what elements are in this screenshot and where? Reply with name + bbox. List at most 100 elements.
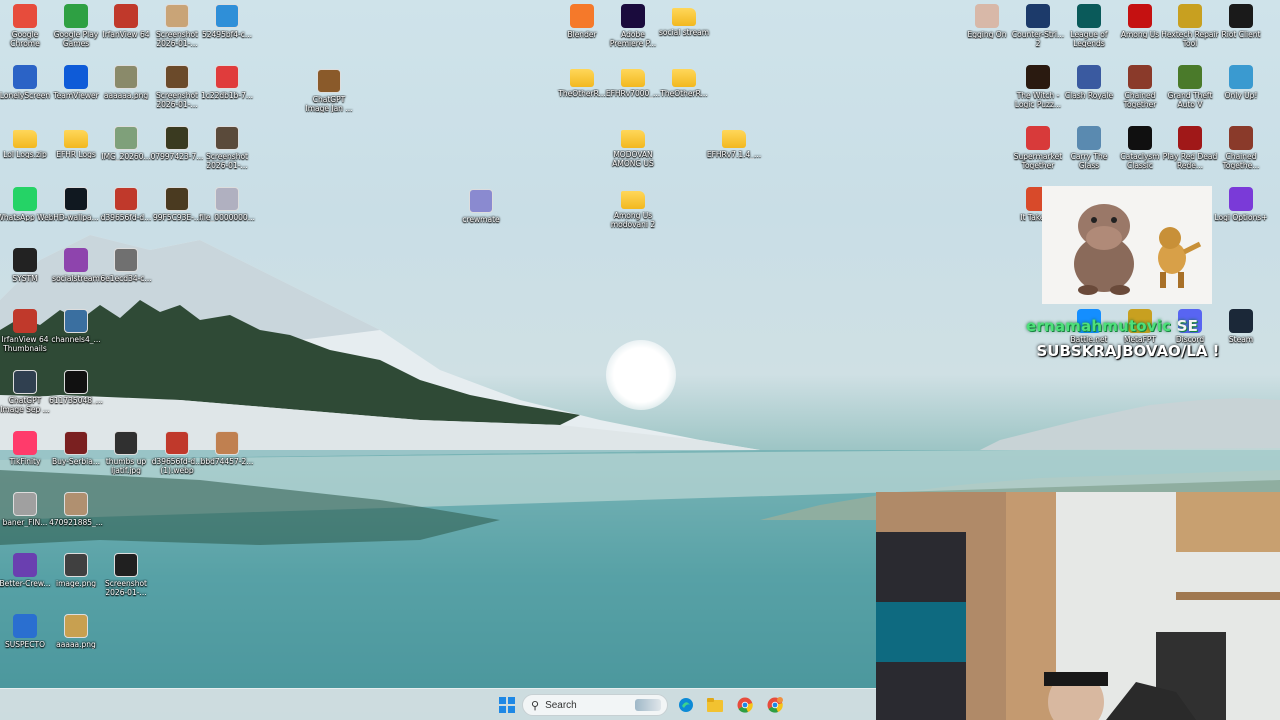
desktop-icon-label: The Witch - Logic Puzz... xyxy=(1014,91,1062,109)
subscribe-alert-text: SUBSKRAJBOVAO/LA ! xyxy=(1036,342,1220,360)
desktop-icon[interactable]: Among Us xyxy=(1115,0,1165,58)
desktop-icon[interactable]: socialstream xyxy=(51,244,101,302)
teamviewer-icon xyxy=(64,65,88,89)
desktop-icon[interactable]: Blender xyxy=(557,0,607,58)
desktop-icon[interactable]: social stream xyxy=(659,0,709,58)
blender-icon xyxy=(570,4,594,28)
carry-glass-icon xyxy=(1077,126,1101,150)
desktop-icon[interactable]: IrfanView 64 Thumbnails xyxy=(0,305,50,363)
desktop-icon[interactable]: IMG_20260... xyxy=(101,122,151,180)
desktop-icon[interactable]: Only Up! xyxy=(1216,61,1266,119)
desktop-icon[interactable]: MODOVAN AMONG US xyxy=(608,122,658,180)
desktop-icon[interactable]: HD-wallpa... xyxy=(51,183,101,241)
desktop-icon[interactable]: TheOtherR... xyxy=(557,61,607,119)
desktop-icon[interactable]: Adobe Premiere P... xyxy=(608,0,658,58)
desktop-icon[interactable]: Supermarket Together xyxy=(1013,122,1063,180)
animated-sticker-overlay xyxy=(1042,186,1212,304)
desktop-icon[interactable]: Better-Crew... xyxy=(0,549,50,607)
desktop-icon[interactable]: Chained Together xyxy=(1115,61,1165,119)
desktop-icon[interactable]: Chained Togethe... xyxy=(1216,122,1266,180)
desktop-icon-label: 611735048_... xyxy=(49,396,103,405)
clash-royale-icon xyxy=(1077,65,1101,89)
desktop-icon[interactable]: LonelyScreen xyxy=(0,61,50,119)
search-placeholder: Search xyxy=(545,699,577,711)
folder-icon xyxy=(672,8,696,26)
chrome-icon[interactable] xyxy=(735,695,755,715)
desktop-icon[interactable]: Screenshot 2026-01-... xyxy=(101,549,151,607)
desktop-icon[interactable]: WhatsApp Web xyxy=(0,183,54,241)
desktop-icon[interactable]: Google Chrome xyxy=(0,0,50,58)
windows-start-icon[interactable] xyxy=(497,695,517,715)
desktop-icon[interactable]: 470921885_... xyxy=(49,488,103,546)
desktop-icon[interactable]: Hextech Repair Tool xyxy=(1161,0,1219,58)
desktop-icon[interactable]: image.png xyxy=(51,549,101,607)
desktop-icon[interactable]: bbd74457-2... xyxy=(201,427,253,485)
desktop-icon[interactable]: Play Red Dead Rede... xyxy=(1163,122,1217,180)
folder-icon xyxy=(621,191,645,209)
desktop-icon[interactable]: EFHRv7.1.4_... xyxy=(707,122,761,180)
desktop-icon[interactable]: SUSPECTO xyxy=(0,610,50,668)
desktop-icon[interactable]: d39656fd-d... xyxy=(101,183,151,241)
edge-icon[interactable] xyxy=(676,695,696,715)
desktop-icon-label: EFHRv7000_... xyxy=(605,89,661,98)
desktop-icon[interactable]: Among Us modovani 2 xyxy=(608,183,658,241)
desktop-icon[interactable]: Google Play Games xyxy=(51,0,101,58)
desktop-icon[interactable]: Clash Royale xyxy=(1064,61,1114,119)
desktop-icon[interactable]: aaaaa.png xyxy=(51,610,101,668)
desktop-icon[interactable]: Counter-Stri... 2 xyxy=(1012,0,1064,58)
desktop-icon[interactable]: 6e1ecd34-c... xyxy=(100,244,152,302)
desktop-icon[interactable]: Buy-Serbia... xyxy=(51,427,101,485)
chrome-profile-icon[interactable] xyxy=(765,695,785,715)
desktop-icon[interactable]: 611735048_... xyxy=(49,366,103,424)
desktop-icon[interactable]: crewmate xyxy=(456,185,506,243)
image-file-icon xyxy=(114,248,138,272)
file-explorer-icon[interactable] xyxy=(705,695,725,715)
desktop-icon[interactable]: 1c22db1b-7... xyxy=(201,61,253,119)
desktop-icon[interactable]: ChatGPT Image Sep ... xyxy=(0,366,50,424)
desktop-icon-label: IMG_20260... xyxy=(101,152,151,161)
desktop-icon[interactable]: IrfanView 64 xyxy=(101,0,151,58)
desktop-icon[interactable]: Egging On xyxy=(962,0,1012,58)
desktop-icon[interactable]: EFHRv7000_... xyxy=(606,61,660,119)
desktop-icon-label: 470921885_... xyxy=(49,518,103,527)
desktop-icon[interactable]: League of Legends xyxy=(1064,0,1114,58)
desktop-icon[interactable]: Screenshot 2026-01-... xyxy=(202,122,252,180)
desktop-icon[interactable]: Grand Theft Auto V xyxy=(1165,61,1215,119)
irfanview-icon xyxy=(114,4,138,28)
search-highlight-icon xyxy=(635,699,661,711)
desktop-icon[interactable]: Screenshot 2026-01-... xyxy=(152,0,202,58)
desktop-icon[interactable]: Cataclysm Classic xyxy=(1115,122,1165,180)
desktop-icon-label: Supermarket Together xyxy=(1013,152,1063,170)
image-file-icon xyxy=(13,492,37,516)
desktop-icon[interactable]: SYSTM xyxy=(0,244,50,302)
desktop-icon[interactable]: Carry The Glass xyxy=(1064,122,1114,180)
desktop-icon[interactable]: baner_FIN... xyxy=(0,488,50,546)
image-file-icon xyxy=(215,4,239,28)
desktop-icon[interactable]: EFHR Logs xyxy=(51,122,101,180)
desktop-icon[interactable]: The Witch - Logic Puzz... xyxy=(1013,61,1063,119)
desktop-icon-label: LonelyScreen xyxy=(0,91,51,100)
desktop-icon[interactable]: ChatGPT Image Jan ... xyxy=(304,65,354,123)
desktop-icon[interactable]: TeamViewer xyxy=(51,61,101,119)
desktop-icon[interactable]: channels4_... xyxy=(51,305,101,363)
desktop-icon[interactable]: d39656fd-d... (1).webp xyxy=(152,427,202,485)
desktop-icon[interactable]: file_0000000... xyxy=(199,183,255,241)
desktop-icon-label: Lol Logs.zip xyxy=(3,150,47,159)
image-file-icon xyxy=(64,614,88,638)
supermarket-icon xyxy=(1026,126,1050,150)
desktop-icon-label: Better-Crew... xyxy=(0,579,51,588)
taskbar-search-box[interactable]: ⚲ Search xyxy=(522,694,668,716)
desktop-icon[interactable]: Lol Logs.zip xyxy=(0,122,50,180)
desktop-icon[interactable]: thumbs up ljatif.jpg xyxy=(101,427,151,485)
desktop-icon[interactable]: Screenshot 2026-01-... xyxy=(152,61,202,119)
desktop-icon[interactable]: 07997423-7... xyxy=(151,122,203,180)
desktop-icon[interactable]: TikFinity xyxy=(0,427,50,485)
image-file-icon xyxy=(215,187,239,211)
desktop-icon[interactable]: TheOtherR... xyxy=(659,61,709,119)
image-file-icon xyxy=(64,553,88,577)
desktop-icon[interactable]: Logi Options+ xyxy=(1214,183,1268,241)
desktop-icon[interactable]: 52495bf4-c... xyxy=(202,0,252,58)
desktop-icon[interactable]: 99F5C93E-... xyxy=(152,183,202,241)
desktop-icon[interactable]: Riot Client xyxy=(1216,0,1266,58)
desktop-icon[interactable]: aaaaaa.png xyxy=(101,61,151,119)
